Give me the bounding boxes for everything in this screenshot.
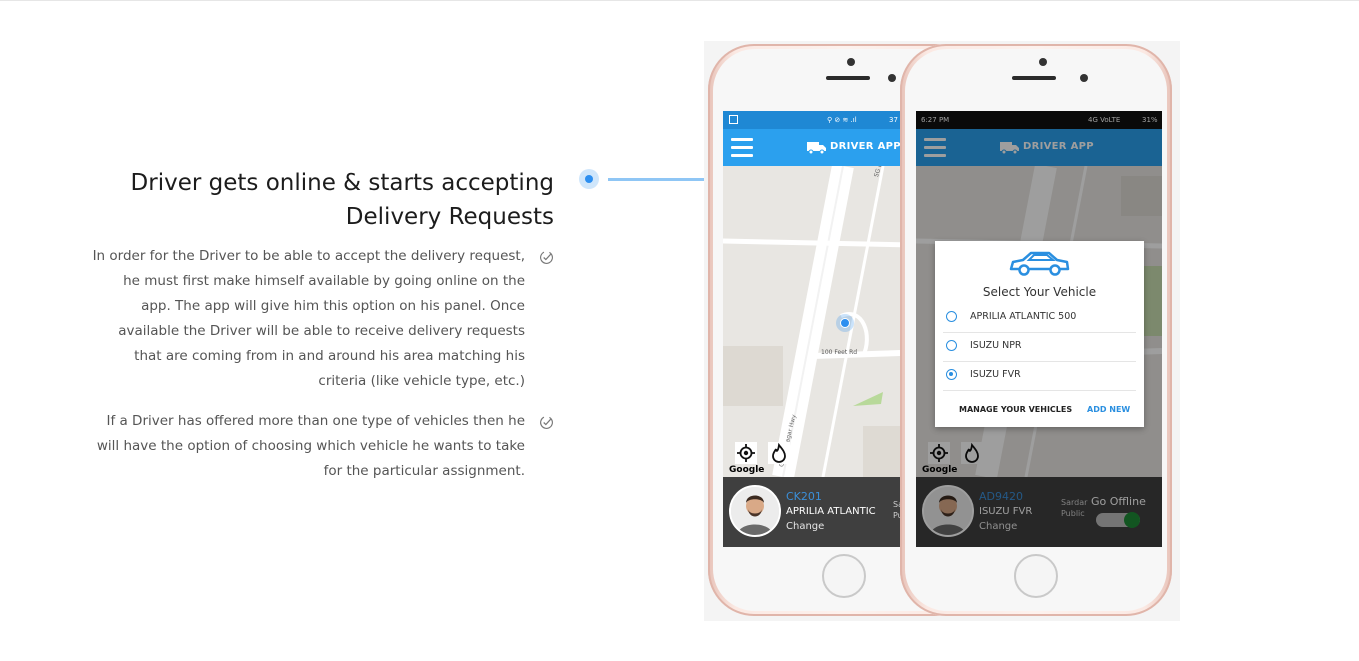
- earpiece: [1012, 76, 1056, 80]
- front-sensor: [1039, 58, 1047, 66]
- check-circle-icon: [540, 416, 553, 429]
- battery-level: 37: [889, 116, 898, 124]
- vehicle-option-label: ISUZU NPR: [970, 340, 1022, 351]
- front-camera: [888, 74, 896, 82]
- timeline-dot: [579, 169, 599, 189]
- radio-button-selected[interactable]: [946, 369, 957, 380]
- feature-title-line1: Driver gets online & starts accepting: [130, 170, 554, 196]
- check-circle-icon: [540, 251, 553, 264]
- phone-right: 6:27 PM 4G VoLTE 31% DRIVER APP Google A…: [900, 44, 1172, 616]
- vehicle-option-label: APRILIA ATLANTIC 500: [970, 311, 1077, 322]
- menu-icon[interactable]: [731, 138, 753, 158]
- feature-paragraph-2: If a Driver has offered more than one ty…: [96, 413, 525, 479]
- dialog-title: Select Your Vehicle: [982, 285, 1097, 299]
- vehicle-code: CK201: [786, 490, 822, 503]
- feature-paragraph-1: In order for the Driver to be able to ac…: [92, 248, 525, 389]
- status-icons: ⚲ ⊘ ≋ .ıl: [827, 116, 857, 124]
- car-icon: [1009, 251, 1070, 276]
- radio-button[interactable]: [946, 311, 957, 322]
- manage-vehicles-button[interactable]: MANAGE YOUR VEHICLES: [959, 405, 1072, 414]
- select-vehicle-dialog: Select Your Vehicle APRILIA ATLANTIC 500…: [935, 241, 1144, 427]
- google-logo: Google: [729, 465, 765, 475]
- timeline-connector: [608, 178, 708, 181]
- screen-right: 6:27 PM 4G VoLTE 31% DRIVER APP Google A…: [916, 111, 1162, 547]
- vehicle-option[interactable]: ISUZU FVR: [943, 362, 1136, 391]
- vehicle-option[interactable]: ISUZU NPR: [943, 333, 1136, 362]
- driver-avatar: [729, 485, 781, 537]
- delivery-truck-icon: [807, 142, 826, 155]
- vehicle-name: APRILIA ATLANTIC: [786, 506, 876, 517]
- app-title: DRIVER APP: [830, 141, 901, 152]
- vehicle-option-label: ISUZU FVR: [970, 369, 1021, 380]
- radio-button[interactable]: [946, 340, 957, 351]
- home-button[interactable]: [1014, 554, 1058, 598]
- map-road-label: 100 Feet Rd: [821, 349, 858, 356]
- feature-heading: Driver gets online & starts accepting De…: [70, 166, 554, 234]
- heatmap-flame-icon[interactable]: [768, 442, 790, 464]
- front-sensor: [847, 58, 855, 66]
- change-vehicle-link[interactable]: Change: [786, 521, 824, 532]
- gps-locate-icon[interactable]: [735, 442, 757, 464]
- current-location-marker: [836, 314, 854, 332]
- front-camera: [1080, 74, 1088, 82]
- home-button[interactable]: [822, 554, 866, 598]
- gallery-icon: [729, 115, 738, 124]
- add-new-button[interactable]: ADD NEW: [1087, 405, 1130, 414]
- feature-title-line2: Delivery Requests: [345, 204, 554, 230]
- top-divider: [0, 0, 1359, 1]
- app-screenshot-image: ⚲ ⊘ ≋ .ıl 37 DRIVER APP 100 Feet Rd Gand…: [704, 41, 1180, 621]
- vehicle-option[interactable]: APRILIA ATLANTIC 500: [943, 304, 1136, 333]
- earpiece: [826, 76, 870, 80]
